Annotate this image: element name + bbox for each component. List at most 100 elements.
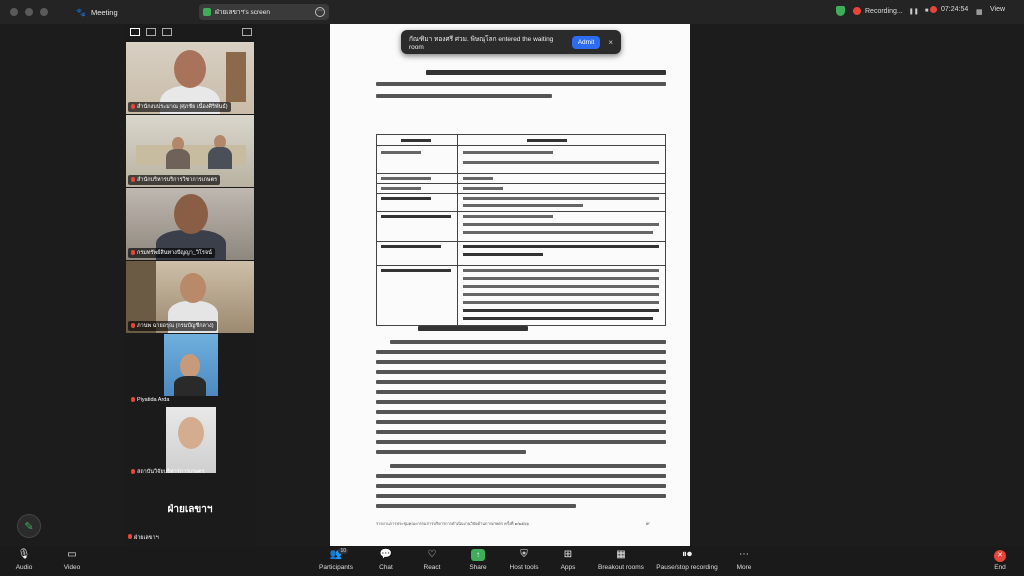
- participant-video-tile[interactable]: สำนักบริหารบริการวิชาการเกษตร: [126, 115, 254, 187]
- react-button[interactable]: ♡ React: [412, 548, 452, 571]
- video-camera-icon: ▭: [67, 549, 77, 560]
- muted-mic-icon: [131, 397, 135, 402]
- window-controls[interactable]: [10, 8, 48, 16]
- apps-icon: ⊞: [563, 549, 573, 560]
- minimize-window-button[interactable]: [25, 8, 33, 16]
- app-title: 🐾 Meeting: [76, 8, 118, 17]
- breakout-rooms-label: Breakout rooms: [598, 564, 644, 571]
- pause-record-icon: ⏸⏺: [682, 549, 692, 560]
- video-button[interactable]: ▭ Video: [52, 548, 92, 571]
- timer-text: 07:24:54: [941, 6, 969, 13]
- end-meeting-button[interactable]: ✕ End: [980, 548, 1020, 571]
- apps-label: Apps: [560, 564, 576, 571]
- waiting-room-notification: กัณฑิมา ทองศรี ศวม. พิษณุโลก entered the…: [401, 30, 621, 54]
- participant-name-text: สถาบันวิจัยบริหารการเกษตร: [137, 469, 205, 475]
- end-label: End: [994, 564, 1006, 571]
- muted-mic-icon: [128, 534, 132, 539]
- muted-mic-icon: [131, 250, 135, 255]
- shield-icon: ⛨: [520, 549, 528, 560]
- muted-mic-icon: [131, 177, 135, 182]
- close-window-button[interactable]: [10, 8, 18, 16]
- microphone-icon: 🎙: [17, 549, 31, 560]
- shared-document: รายงานการประชุมคณะกรรมการบริหารการดำเนิน…: [330, 24, 690, 546]
- pause-stop-recording-label: Pause/stop recording: [656, 564, 718, 571]
- chat-button[interactable]: 💬 Chat: [366, 548, 406, 571]
- participant-name: กรมทรัพย์สินทางปัญญา_วิโรจน์: [128, 248, 215, 258]
- annotate-pencil-icon[interactable]: ✎: [17, 514, 41, 538]
- more-button[interactable]: ⋯ More: [724, 548, 764, 571]
- participants-button[interactable]: 👥 10 Participants: [316, 548, 356, 571]
- muted-mic-icon: [131, 323, 135, 328]
- recording-dot-icon: [853, 7, 861, 15]
- app-name: Meeting: [90, 7, 118, 17]
- share-label: Share: [469, 564, 487, 571]
- secretary-tile-label: ฝ่ายเลขาฯ: [167, 504, 213, 515]
- end-call-icon: ✕: [980, 548, 1020, 562]
- participant-name-text: กรมทรัพย์สินทางปัญญา_วิโรจน์: [137, 250, 212, 256]
- view-label: View: [990, 6, 1006, 13]
- waiting-room-message: กัณฑิมา ทองศรี ศวม. พิษณุโลก entered the…: [409, 35, 554, 51]
- chat-label: Chat: [379, 564, 393, 571]
- stop-recording-icon[interactable]: ■: [925, 8, 929, 14]
- react-label: React: [423, 564, 441, 571]
- participant-video-tile[interactable]: กรมทรัพย์สินทางปัญญา_วิโรจน์: [126, 188, 254, 260]
- breakout-rooms-button[interactable]: ▦ Breakout rooms: [592, 548, 650, 571]
- muted-mic-icon: [131, 469, 135, 474]
- participants-icon: 👥: [329, 549, 343, 560]
- timer-dot-icon: [930, 6, 937, 13]
- share-options-icon[interactable]: ⋯: [315, 7, 325, 17]
- host-tools-label: Host tools: [509, 564, 539, 571]
- participant-video-tile[interactable]: Piyatida Arda: [126, 334, 254, 406]
- participant-name: สถาบันวิจัยบริหารการเกษตร: [128, 467, 207, 477]
- participant-name-text: Piyatida Arda: [137, 397, 170, 403]
- close-notification-icon[interactable]: ×: [608, 38, 613, 47]
- audio-button[interactable]: 🎙 Audio: [4, 548, 44, 571]
- grid-icon[interactable]: ▦: [976, 8, 983, 16]
- participant-name-text: สำนักงบประมาณ (ศุภชัย เนื่องศิริพันธ์): [137, 104, 228, 110]
- participant-name-text: ภานพ ฉายอรุณ (กรมบัญชีกลาง): [137, 323, 214, 329]
- document-table: [376, 134, 666, 326]
- video-label: Video: [63, 564, 81, 571]
- popout-icon[interactable]: [242, 28, 252, 36]
- participant-video-panel: สำนักงบประมาณ (ศุภชัย เนื่องศิริพันธ์) ส…: [126, 24, 256, 546]
- chat-icon: 💬: [379, 549, 393, 560]
- pause-stop-recording-button[interactable]: ⏸⏺ Pause/stop recording: [652, 548, 722, 571]
- screen-share-pill[interactable]: ฝ่ายเลขาฯ's screen ⋯: [199, 4, 329, 20]
- secretary-name-text: ฝ่ายเลขาฯ: [134, 535, 159, 541]
- view-button[interactable]: View: [990, 6, 1005, 13]
- recording-status: Recording... ❚❚ ■: [836, 6, 928, 16]
- meeting-window: 🐾 Meeting ฝ่ายเลขาฯ's screen ⋯ Recording…: [0, 0, 1024, 576]
- layout-strip-icon[interactable]: [146, 28, 156, 36]
- secretary-tile-name: ฝ่ายเลขาฯ: [128, 534, 159, 542]
- pause-recording-icon[interactable]: ❚❚: [909, 8, 919, 15]
- security-shield-icon[interactable]: [836, 6, 845, 16]
- participant-name: Piyatida Arda: [128, 396, 172, 404]
- participants-label: Participants: [319, 564, 353, 571]
- share-button[interactable]: ↑ Share: [458, 548, 498, 571]
- participant-video-tile[interactable]: ภานพ ฉายอรุณ (กรมบัญชีกลาง): [126, 261, 254, 333]
- participant-name: สำนักงบประมาณ (ศุภชัย เนื่องศิริพันธ์): [128, 102, 231, 112]
- audio-label: Audio: [15, 564, 33, 571]
- share-title: ฝ่ายเลขาฯ's screen: [215, 9, 271, 16]
- paw-icon: 🐾: [76, 7, 86, 17]
- meeting-toolbar: 🎙 Audio ▭ Video 👥 10 Participants 💬 Chat…: [0, 546, 1024, 576]
- admit-button[interactable]: Admit: [571, 35, 601, 49]
- document-page-number: ๙: [646, 521, 650, 527]
- layout-controls: [130, 28, 172, 36]
- maximize-window-button[interactable]: [40, 8, 48, 16]
- host-tools-button[interactable]: ⛨ Host tools: [504, 548, 544, 571]
- participant-video-tile[interactable]: สำนักงบประมาณ (ศุภชัย เนื่องศิริพันธ์): [126, 42, 254, 114]
- participant-video-tile[interactable]: สถาบันวิจัยบริหารการเกษตร: [126, 407, 254, 479]
- layout-hide-icon[interactable]: [162, 28, 172, 36]
- more-icon: ⋯: [739, 549, 749, 560]
- apps-button[interactable]: ⊞ Apps: [548, 548, 588, 571]
- recording-label: Recording...: [865, 7, 903, 15]
- share-screen-icon: ↑: [458, 548, 498, 562]
- muted-mic-icon: [131, 104, 135, 109]
- layout-speaker-icon[interactable]: [130, 28, 140, 36]
- breakout-rooms-icon: ▦: [616, 549, 626, 560]
- document-footer: รายงานการประชุมคณะกรรมการบริหารการดำเนิน…: [376, 521, 530, 526]
- share-status-icon: [203, 8, 211, 16]
- meeting-timer: 07:24:54: [930, 6, 968, 13]
- participant-name-text: สำนักบริหารบริการวิชาการเกษตร: [137, 177, 218, 183]
